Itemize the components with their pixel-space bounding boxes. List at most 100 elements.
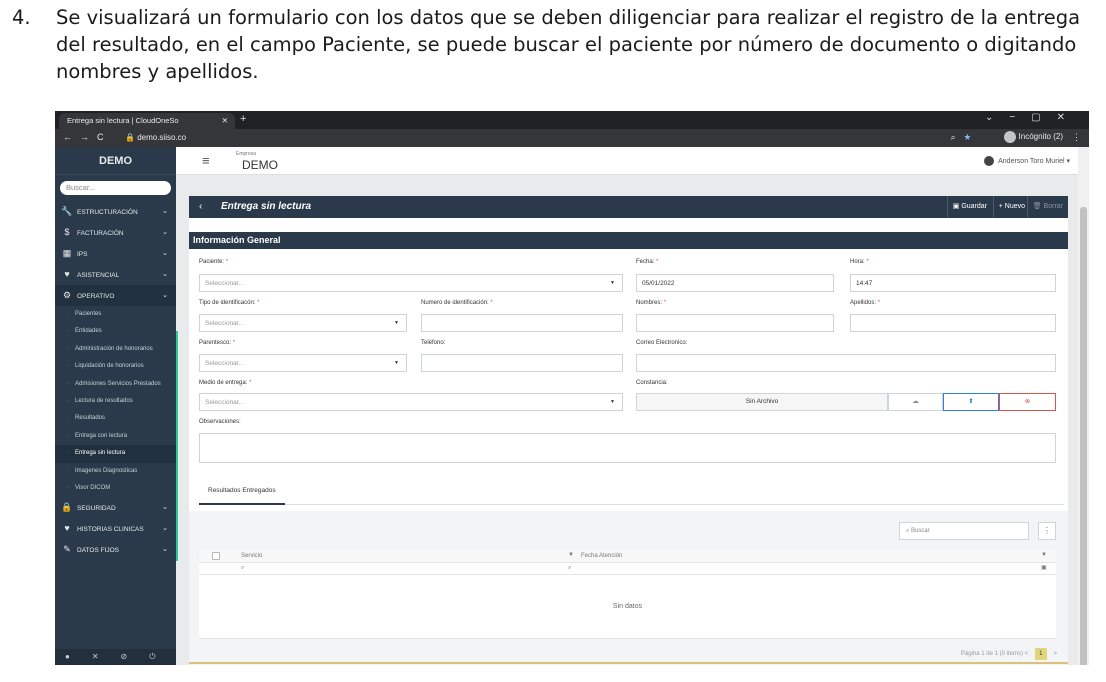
medio-select[interactable]: Seleccionar... ▼ (199, 393, 623, 411)
sidebar-item-ips[interactable]: ▦ IPS ⌄ (55, 243, 176, 264)
telefono-input[interactable] (421, 354, 623, 372)
sidebar-search-input[interactable]: Buscar... (60, 181, 171, 195)
dropdown-arrow-icon: ▼ (610, 399, 615, 405)
new-button[interactable]: + Nuevo (992, 196, 1030, 218)
url-field[interactable]: 🔒 demo.siiso.co (125, 133, 186, 142)
window-controls[interactable]: ⌄−▢✕ (985, 112, 1081, 123)
sidebar-sub-resultados[interactable]: Resultados (55, 410, 176, 428)
cloud-icon[interactable]: ☁ (888, 393, 943, 411)
bottom-accent-line (189, 662, 1068, 664)
close-tab-icon[interactable]: ✕ (222, 116, 228, 125)
sidebar-item-facturacion[interactable]: $ FACTURACIÓN ⌄ (55, 222, 176, 243)
user-menu[interactable]: Anderson Toro Muriel ▾ (984, 156, 1070, 166)
paciente-label: Paciente: * (199, 259, 229, 265)
correo-label: Correo Electronico: (636, 340, 688, 346)
search-icon[interactable]: ⌕ (568, 565, 571, 572)
sidebar-item-estructuracion[interactable]: 🔧 ESTRUCTURACIÓN ⌄ (55, 201, 176, 222)
constancia-label: Constancia: (636, 380, 668, 386)
wrench-icon: 🔧 (61, 206, 73, 216)
chevron-down-icon: ⌄ (162, 525, 168, 533)
empty-message: Sin datos (612, 603, 643, 610)
browser-tab[interactable]: Entrega sin lectura | CloudOneSo ✕ (59, 113, 235, 129)
pager-info: Página 1 de 1 (0 items) (960, 651, 1023, 657)
sidebar-sub-entrega-con-lectura[interactable]: Entrega con lectura (55, 428, 176, 446)
constancia-file[interactable]: Sin Archivo (636, 393, 888, 411)
chevron-down-icon: ⌄ (162, 292, 168, 299)
sidebar-sub-pacientes[interactable]: Pacientes (55, 306, 176, 324)
sidebar-sub-imagenes-diagnosticas[interactable]: Imagenes Diagnosticas (55, 463, 176, 481)
building-icon: ▦ (62, 248, 72, 258)
observaciones-label: Observaciones: (199, 419, 241, 425)
bookmark-star-icon[interactable]: ★ (964, 132, 979, 142)
hora-input[interactable]: 14:47 (850, 274, 1056, 292)
browser-menu-icon[interactable]: ⋮ (1072, 132, 1081, 143)
back-icon[interactable]: ‹ (199, 201, 202, 212)
tab-resultados-entregados[interactable]: Resultados Entregados (199, 477, 285, 505)
app-header: ≡ Empresa DEMO Anderson Toro Muriel ▾ (176, 147, 1078, 175)
sidebar-sub-visor-dicom[interactable]: Visor DICOM (55, 480, 176, 498)
remove-file-icon[interactable]: ⊗ (999, 393, 1056, 411)
select-all-checkbox[interactable] (212, 552, 220, 560)
grid-menu-icon[interactable]: ⋮ (1038, 522, 1056, 540)
sidebar-item-asistencial[interactable]: ♥ ASISTENCIAL ⌄ (55, 264, 176, 285)
upload-icon[interactable]: ⬆ (943, 393, 999, 411)
grid-pager: Página 1 de 1 (0 items) < 1 > (961, 648, 1057, 660)
column-fecha-atencion[interactable]: Fecha Atención (581, 553, 622, 559)
paciente-select[interactable]: Seleccionar... ▼ (199, 274, 623, 292)
sidebar-item-seguridad[interactable]: 🔒 SEGURIDAD ⌄ (55, 497, 176, 518)
new-tab-icon[interactable]: + (240, 113, 246, 125)
nombres-input[interactable] (636, 314, 834, 332)
dollar-icon: $ (64, 227, 70, 237)
sidebar-brand[interactable]: DEMO (55, 147, 176, 175)
correo-input[interactable] (636, 354, 1056, 372)
num-id-label: Numero de identificación: * (421, 300, 493, 306)
sidebar-item-datos-fijos[interactable]: ✎ DATOS FIJOS ⌄ (55, 539, 176, 560)
nav-buttons[interactable]: ←→C (63, 132, 112, 142)
column-servicio[interactable]: Servicio (241, 553, 262, 559)
zoom-icon[interactable]: ⌕★ (951, 132, 979, 143)
address-bar: ←→C 🔒 demo.siiso.co ⌕★ Incógnito (2) ⋮ (55, 129, 1089, 147)
sidebar: DEMO Buscar... 🔧 ESTRUCTURACIÓN ⌄ $ FACTURA… (55, 147, 176, 665)
fecha-input[interactable]: 05/01/2022 (636, 274, 834, 292)
cogs-icon: ⚙ (62, 290, 72, 300)
apellidos-input[interactable] (850, 314, 1056, 332)
dropdown-arrow-icon: ▼ (394, 320, 399, 326)
hamburger-menu-icon[interactable]: ≡ (202, 153, 210, 168)
num-id-input[interactable] (421, 314, 623, 332)
column-chooser-icon[interactable]: ▣ (1041, 564, 1047, 571)
sidebar-footer-icons[interactable]: ●✕⊘⏻ (55, 649, 176, 665)
observaciones-textarea[interactable] (199, 433, 1056, 463)
lock-icon: 🔒 (61, 502, 73, 513)
next-page-icon[interactable]: > (1053, 651, 1057, 657)
nombres-label: Nombres: * (636, 300, 667, 306)
sidebar-sub-entrega-sin-lectura[interactable]: Entrega sin lectura (55, 445, 176, 463)
sidebar-sub-admisiones[interactable]: Admisiones Servicios Prestados (55, 376, 176, 394)
sidebar-item-operativo[interactable]: ⚙ OPERATIVO ⌄ (55, 285, 176, 306)
instruction-number: 4. (12, 6, 31, 29)
tipo-id-select[interactable]: Seleccionar... ▼ (199, 314, 407, 332)
apellidos-label: Apellidos: * (850, 300, 881, 306)
save-button[interactable]: ▣ Guardar (946, 196, 992, 218)
parentesco-select[interactable]: Seleccionar... ▼ (199, 354, 407, 372)
hora-label: Hora: * (850, 259, 869, 265)
medio-label: Medio de entrega: * (199, 380, 252, 386)
scrollbar-thumb[interactable] (1080, 207, 1087, 665)
sidebar-sub-liquidacion-honorarios[interactable]: Liquidación de honorarios (55, 358, 176, 376)
tools-icon: ✎ (63, 544, 71, 555)
incognito-profile[interactable]: Incógnito (2) (1003, 131, 1063, 143)
page-scrollbar[interactable] (1078, 147, 1089, 665)
chevron-down-icon: ⌄ (162, 208, 168, 215)
search-icon[interactable]: ⌕ (241, 565, 244, 572)
sidebar-item-historias[interactable]: ♥ HISTORIAS CLINICAS ⌄ (55, 518, 176, 539)
filter-icon[interactable]: ▼ (1041, 552, 1047, 558)
delete-button[interactable]: 🗑 Borrar (1026, 196, 1068, 218)
sidebar-sub-entidades[interactable]: Entidades (55, 323, 176, 341)
sidebar-sub-admin-honorarios[interactable]: Administración de honorarios (55, 341, 176, 359)
filter-icon[interactable]: ▼ (568, 552, 574, 558)
browser-tab-bar: Entrega sin lectura | CloudOneSo ✕ + ⌄−▢… (55, 111, 1089, 129)
grid-search-input[interactable]: ⌕ Buscar (899, 522, 1029, 540)
prev-page-icon[interactable]: < (1025, 651, 1029, 657)
page-number-button[interactable]: 1 (1034, 648, 1047, 660)
heart-icon: ♥ (64, 269, 70, 279)
sidebar-sub-lectura-resultados[interactable]: Lectura de resultados (55, 393, 176, 411)
